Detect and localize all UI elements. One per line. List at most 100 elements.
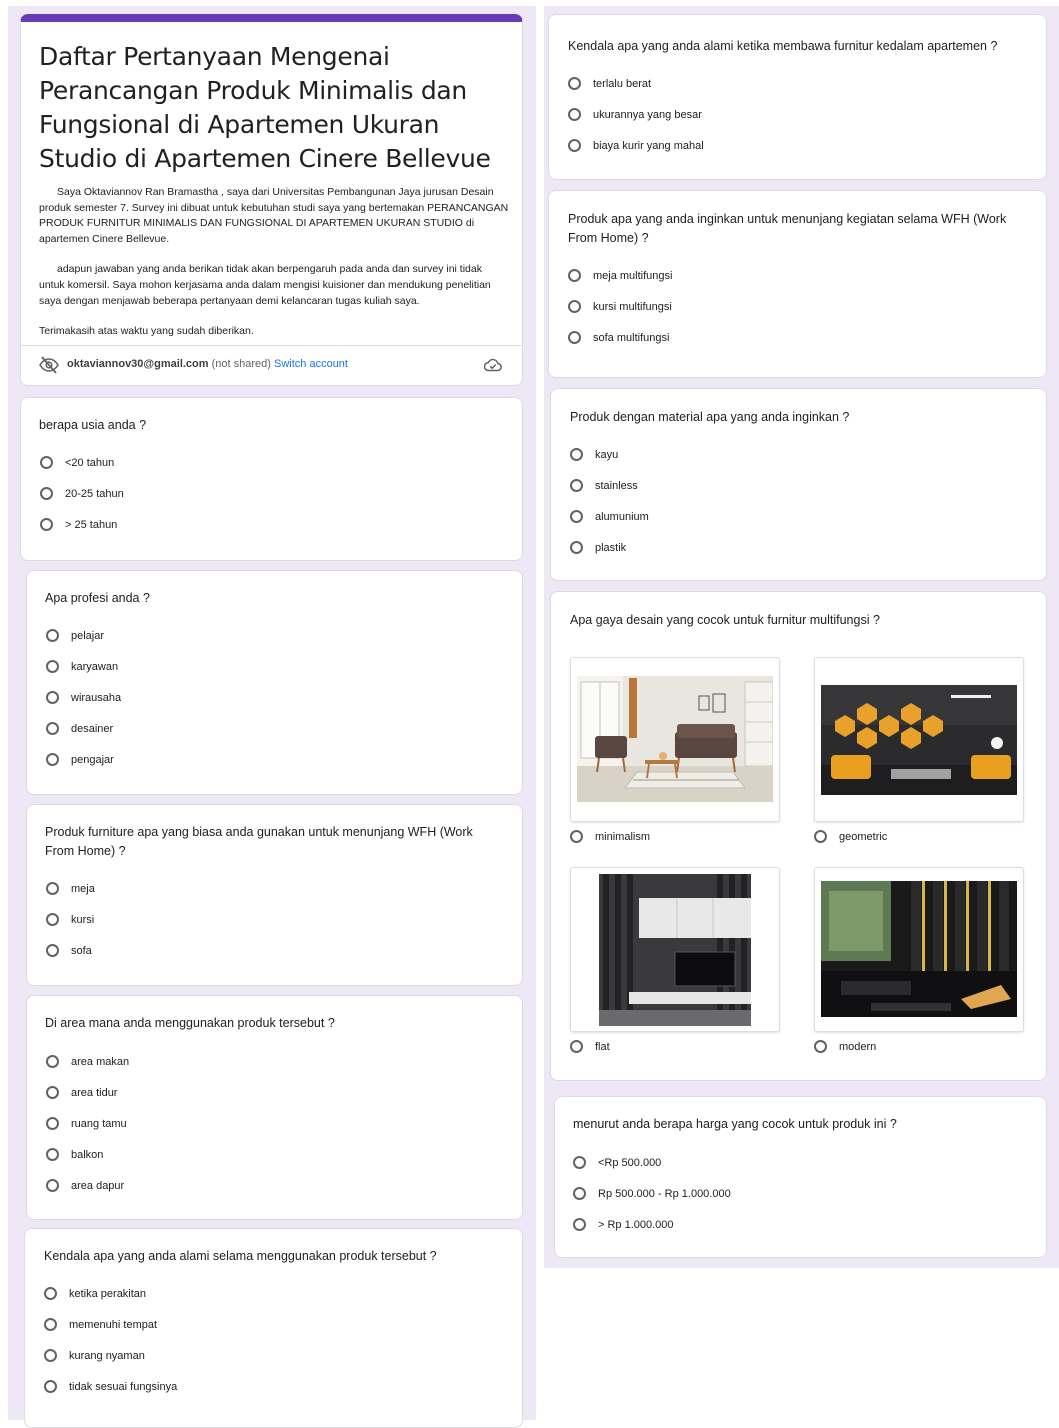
radio-button[interactable] (46, 913, 59, 926)
radio-button[interactable] (573, 1187, 586, 1200)
option-product-wanted-2[interactable]: kursi multifungsi (568, 291, 672, 322)
option-age-1[interactable]: <20 tahun (40, 447, 124, 478)
radio-button[interactable] (814, 1040, 827, 1053)
option-problem-use-1[interactable]: ketika perakitan (44, 1278, 177, 1309)
option-label: kursi multifungsi (593, 300, 672, 313)
option-style-flat[interactable]: flat (570, 1040, 610, 1053)
option-label: karyawan (71, 660, 119, 673)
option-style-modern[interactable]: modern (814, 1040, 876, 1053)
radio-button[interactable] (570, 448, 583, 461)
radio-button[interactable] (46, 1148, 59, 1161)
question-title: Apa profesi anda ? (45, 591, 150, 605)
geometric-room-image (821, 685, 1017, 795)
option-area-4[interactable]: balkon (46, 1139, 129, 1170)
option-area-2[interactable]: area tidur (46, 1077, 129, 1108)
cloud-check-icon (483, 358, 502, 377)
option-label: pengajar (71, 753, 114, 766)
option-problem-use-3[interactable]: kurang nyaman (44, 1340, 177, 1371)
radio-button[interactable] (46, 1179, 59, 1192)
question-card-price: menurut anda berapa harga yang cocok unt… (554, 1096, 1047, 1258)
option-material-4[interactable]: plastik (570, 532, 649, 563)
option-material-3[interactable]: alumunium (570, 501, 649, 532)
radio-button[interactable] (46, 722, 59, 735)
option-area-3[interactable]: ruang tamu (46, 1108, 129, 1139)
option-area-5[interactable]: area dapur (46, 1170, 129, 1201)
radio-button[interactable] (46, 1117, 59, 1130)
option-problem-bring-3[interactable]: biaya kurir yang mahal (568, 130, 704, 161)
style-image-tile-modern[interactable] (814, 867, 1024, 1032)
question-card-material: Produk dengan material apa yang anda ing… (550, 388, 1047, 581)
question-card-problem-use: Kendala apa yang anda alami selama mengg… (24, 1228, 523, 1428)
option-problem-use-2[interactable]: memenuhi tempat (44, 1309, 177, 1340)
radio-button[interactable] (573, 1218, 586, 1231)
radio-button[interactable] (46, 753, 59, 766)
radio-button[interactable] (46, 944, 59, 957)
option-profession-5[interactable]: pengajar (46, 744, 121, 775)
question-card-problem-bring: Kendala apa yang anda alami ketika memba… (548, 14, 1047, 180)
radio-button[interactable] (568, 77, 581, 90)
option-style-geometric[interactable]: geometric (814, 830, 887, 843)
option-profession-3[interactable]: wirausaha (46, 682, 121, 713)
option-product-wanted-1[interactable]: meja multifungsi (568, 260, 672, 291)
question-title: Produk dengan material apa yang anda ing… (570, 410, 850, 424)
option-problem-bring-1[interactable]: terlalu berat (568, 68, 704, 99)
option-profession-4[interactable]: desainer (46, 713, 121, 744)
flat-room-image (599, 874, 751, 1026)
style-image-tile-minimalism[interactable] (570, 657, 780, 822)
radio-button[interactable] (573, 1156, 586, 1169)
option-style-minimalism[interactable]: minimalism (570, 830, 650, 843)
radio-button[interactable] (40, 487, 53, 500)
radio-button[interactable] (46, 1086, 59, 1099)
style-image-tile-geometric[interactable] (814, 657, 1024, 822)
radio-button[interactable] (814, 830, 827, 843)
option-furniture-3[interactable]: sofa (46, 935, 95, 966)
radio-button[interactable] (46, 1055, 59, 1068)
option-furniture-2[interactable]: kursi (46, 904, 95, 935)
radio-button[interactable] (570, 479, 583, 492)
option-price-3[interactable]: > Rp 1.000.000 (573, 1209, 731, 1240)
radio-button[interactable] (46, 691, 59, 704)
radio-button[interactable] (568, 269, 581, 282)
option-age-2[interactable]: 20-25 tahun (40, 478, 124, 509)
radio-button[interactable] (44, 1287, 57, 1300)
radio-button[interactable] (570, 510, 583, 523)
option-profession-2[interactable]: karyawan (46, 651, 121, 682)
radio-button[interactable] (568, 331, 581, 344)
radio-button[interactable] (40, 456, 53, 469)
option-profession-1[interactable]: pelajar (46, 620, 121, 651)
option-age-3[interactable]: > 25 tahun (40, 509, 124, 540)
switch-account-link[interactable]: Switch account (274, 358, 348, 370)
radio-button[interactable] (44, 1380, 57, 1393)
radio-button[interactable] (570, 830, 583, 843)
option-price-2[interactable]: Rp 500.000 - Rp 1.000.000 (573, 1178, 731, 1209)
radio-button[interactable] (46, 882, 59, 895)
option-label: balkon (71, 1148, 104, 1161)
minimalism-room-image (577, 676, 773, 802)
option-label: wirausaha (71, 691, 122, 704)
option-product-wanted-3[interactable]: sofa multifungsi (568, 322, 672, 353)
option-material-2[interactable]: stainless (570, 470, 649, 501)
option-furniture-1[interactable]: meja (46, 873, 95, 904)
radio-button[interactable] (44, 1318, 57, 1331)
radio-button[interactable] (568, 139, 581, 152)
question-title: Di area mana anda menggunakan produk ter… (45, 1016, 335, 1030)
option-area-1[interactable]: area makan (46, 1046, 129, 1077)
option-price-1[interactable]: <Rp 500.000 (573, 1147, 731, 1178)
radio-button[interactable] (568, 108, 581, 121)
radio-button[interactable] (570, 541, 583, 554)
option-problem-use-4[interactable]: tidak sesuai fungsinya (44, 1371, 177, 1402)
radio-button[interactable] (44, 1349, 57, 1362)
description-paragraph-3: Terimakasih atas waktu yang sudah diberi… (39, 325, 254, 338)
option-label: geometric (839, 830, 888, 843)
radio-button[interactable] (568, 300, 581, 313)
radio-button[interactable] (46, 629, 59, 642)
radio-button[interactable] (40, 518, 53, 531)
option-material-1[interactable]: kayu (570, 439, 649, 470)
option-problem-bring-2[interactable]: ukurannya yang besar (568, 99, 704, 130)
radio-button[interactable] (570, 1040, 583, 1053)
account-row: oktaviannov30@gmail.com (not shared) Swi… (21, 345, 522, 386)
option-label: <20 tahun (65, 456, 115, 469)
style-image-tile-flat[interactable] (570, 867, 780, 1032)
option-label: desainer (71, 722, 114, 735)
radio-button[interactable] (46, 660, 59, 673)
